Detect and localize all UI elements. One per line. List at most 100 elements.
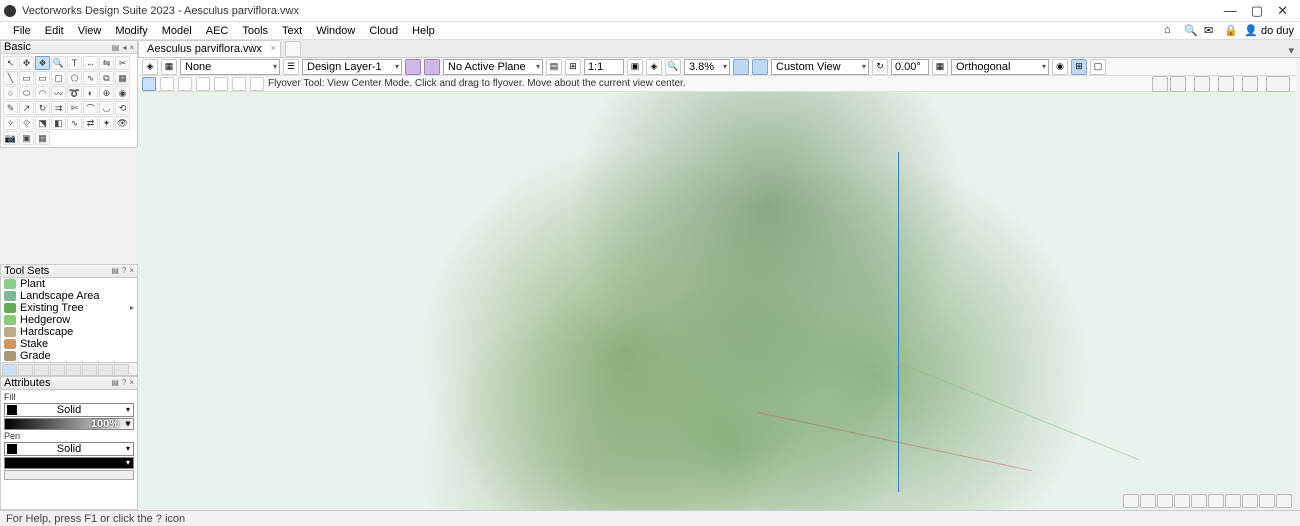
toolset-plant[interactable]: Plant: [1, 278, 137, 290]
toolset-tab-6[interactable]: [82, 364, 97, 376]
multi-view-icon[interactable]: ⊞: [1071, 59, 1087, 75]
offset-tool[interactable]: ⇉: [51, 101, 66, 115]
chain-tool[interactable]: ⧉: [99, 71, 114, 85]
projection-dropdown[interactable]: Orthogonal: [951, 59, 1049, 75]
quick-snap-icon[interactable]: [1194, 76, 1210, 92]
new-tab-button[interactable]: [285, 41, 301, 57]
plane-dropdown[interactable]: No Active Plane: [443, 59, 543, 75]
search-icon[interactable]: 🔍: [1184, 24, 1198, 38]
palette-close-icon[interactable]: ×: [129, 378, 134, 387]
drawing-canvas[interactable]: [138, 92, 1296, 510]
tool-22[interactable]: ◐: [83, 86, 98, 100]
nav-6[interactable]: [1208, 494, 1224, 508]
menu-cloud[interactable]: Cloud: [362, 23, 405, 39]
polygon-tool[interactable]: ⬠: [67, 71, 82, 85]
plane-mode-1-icon[interactable]: [405, 59, 421, 75]
toolsets-header[interactable]: Tool Sets ▤ ? ×: [0, 264, 138, 278]
menu-tools[interactable]: Tools: [235, 23, 275, 39]
rounded-rect-tool[interactable]: ▢: [51, 71, 66, 85]
nav-10[interactable]: [1276, 494, 1292, 508]
tool-38[interactable]: ⇄: [83, 116, 98, 130]
zoom-dropdown[interactable]: 3.8%: [684, 59, 730, 75]
mirror-tool[interactable]: ⇋: [99, 56, 114, 70]
maximize-button[interactable]: ▢: [1251, 3, 1263, 19]
palette-menu-icon[interactable]: ▤: [112, 43, 120, 52]
tool-23[interactable]: ⊕: [99, 86, 114, 100]
quick-render-icon[interactable]: [1218, 76, 1234, 92]
menu-window[interactable]: Window: [309, 23, 362, 39]
tool-37[interactable]: ∿: [67, 116, 82, 130]
menu-edit[interactable]: Edit: [38, 23, 71, 39]
menu-text[interactable]: Text: [275, 23, 309, 39]
freehand-tool[interactable]: 〰: [51, 86, 66, 100]
nav-8[interactable]: [1242, 494, 1258, 508]
layer-dropdown[interactable]: Design Layer-1: [302, 59, 402, 75]
toolset-tab-5[interactable]: [66, 364, 81, 376]
toolset-tab-3[interactable]: [34, 364, 49, 376]
class-nav-icon[interactable]: ◈: [142, 59, 158, 75]
toolset-hardscape[interactable]: Hardscape: [1, 326, 137, 338]
nav-9[interactable]: [1259, 494, 1275, 508]
palette-menu-icon[interactable]: ▤: [111, 266, 119, 275]
fit-objects-icon[interactable]: ◈: [646, 59, 662, 75]
line-style-scroll[interactable]: [4, 470, 134, 480]
tab-close-icon[interactable]: ×: [271, 43, 276, 53]
curve-tool[interactable]: ⌒: [83, 101, 98, 115]
mode-5-icon[interactable]: [214, 77, 228, 91]
scale-icon[interactable]: ⊞: [565, 59, 581, 75]
visibility-tool[interactable]: 👁: [115, 116, 130, 130]
zoom-tool[interactable]: 🔍: [51, 56, 66, 70]
toolset-tab-7[interactable]: [98, 364, 113, 376]
quick-toggle[interactable]: [1266, 76, 1290, 92]
line-weight-dropdown[interactable]: [4, 457, 134, 469]
zoom-icon[interactable]: 🔍: [665, 59, 681, 75]
toolset-hedgerow[interactable]: Hedgerow: [1, 314, 137, 326]
menu-aec[interactable]: AEC: [199, 23, 236, 39]
toolset-grade[interactable]: Grade: [1, 350, 137, 362]
rotate-view-icon[interactable]: ↻: [872, 59, 888, 75]
nav-3[interactable]: [1157, 494, 1173, 508]
tool-43[interactable]: ▦: [35, 131, 50, 145]
saved-view-icon[interactable]: ▤: [546, 59, 562, 75]
view-dropdown[interactable]: Custom View: [771, 59, 869, 75]
scale-field[interactable]: 1:1: [584, 59, 624, 75]
mode-6-icon[interactable]: [232, 77, 246, 91]
nav-2[interactable]: [1140, 494, 1156, 508]
toolset-stake[interactable]: Stake: [1, 338, 137, 350]
basic-palette-header[interactable]: Basic ▤ ◂ ×: [0, 40, 138, 54]
tool-33[interactable]: ✧: [3, 116, 18, 130]
mail-icon[interactable]: ✉: [1204, 24, 1218, 38]
minimize-button[interactable]: —: [1224, 3, 1237, 19]
mode-3-icon[interactable]: [178, 77, 192, 91]
toolset-tab-1[interactable]: [2, 364, 17, 376]
menu-view[interactable]: View: [71, 23, 109, 39]
class-icon[interactable]: ▦: [161, 59, 177, 75]
tool-35[interactable]: ⬔: [35, 116, 50, 130]
split-tool[interactable]: ✄: [67, 101, 82, 115]
oval-tool[interactable]: ⬭: [19, 86, 34, 100]
close-button[interactable]: ✕: [1277, 3, 1288, 19]
rectangle-tool[interactable]: ▭: [35, 71, 50, 85]
menu-file[interactable]: File: [6, 23, 38, 39]
tool-39[interactable]: ✦: [99, 116, 114, 130]
nav-4[interactable]: [1174, 494, 1190, 508]
camera-tool[interactable]: 📷: [3, 131, 18, 145]
user-icon[interactable]: 👤: [1244, 24, 1258, 38]
nav-1[interactable]: [1123, 494, 1139, 508]
grid-tool[interactable]: ▦: [115, 71, 130, 85]
palette-help-icon[interactable]: ?: [122, 378, 126, 387]
lock-icon[interactable]: 🔒: [1224, 24, 1238, 38]
palette-menu-icon[interactable]: ▤: [111, 378, 119, 387]
pen-type-dropdown[interactable]: Solid: [4, 442, 134, 456]
circle-tool[interactable]: ○: [3, 86, 18, 100]
tool-42[interactable]: ▣: [19, 131, 34, 145]
fillet-tool[interactable]: ◡: [99, 101, 114, 115]
menu-help[interactable]: Help: [405, 23, 442, 39]
spiral-tool[interactable]: ➰: [67, 86, 82, 100]
quick-view-icon[interactable]: [1242, 76, 1258, 92]
selection-tool[interactable]: ↖: [3, 56, 18, 70]
arc-tool[interactable]: ◠: [35, 86, 50, 100]
toolset-existing-tree[interactable]: Existing Tree▸: [1, 302, 137, 314]
pan-tool[interactable]: ✥: [19, 56, 34, 70]
palette-close-icon[interactable]: ×: [129, 266, 134, 275]
